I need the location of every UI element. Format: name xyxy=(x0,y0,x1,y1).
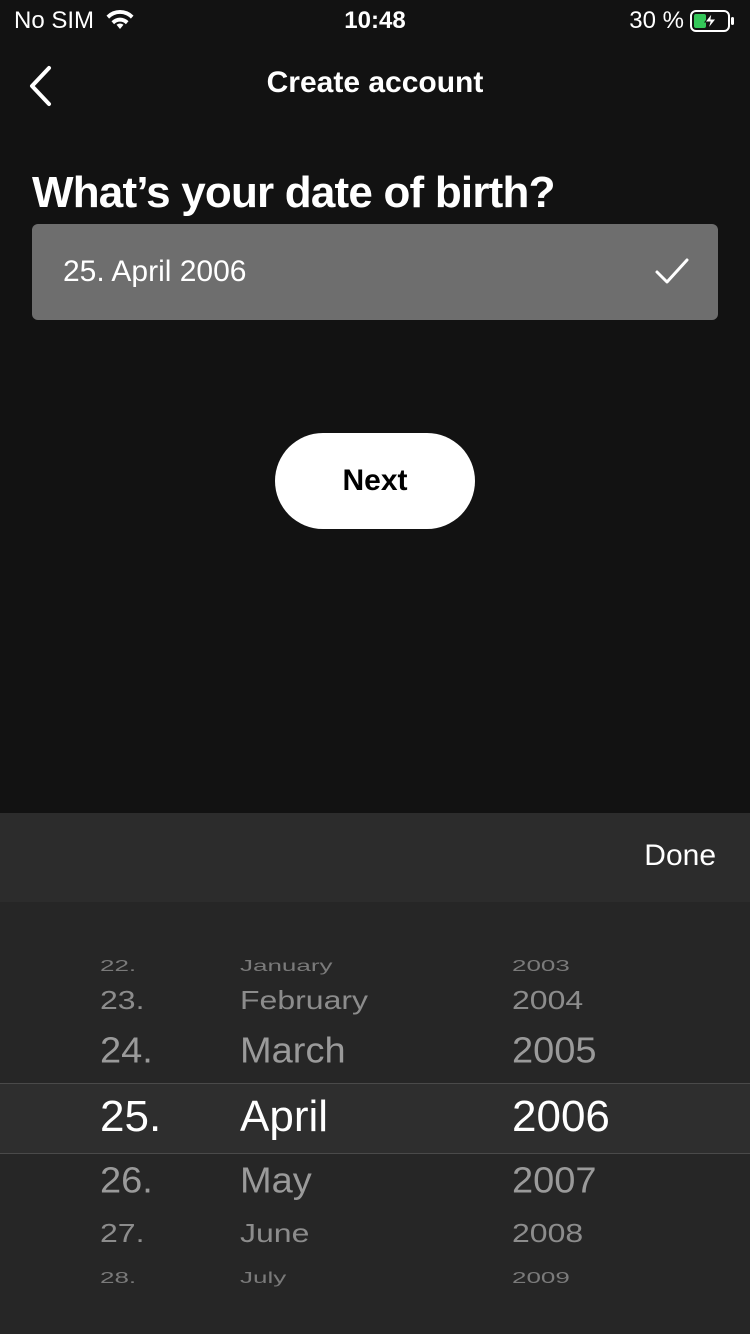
month-wheel[interactable]: January February March April May June Ju… xyxy=(240,902,460,1334)
status-bar: No SIM 10:48 30 % xyxy=(0,0,750,40)
day-option[interactable]: 28. xyxy=(100,1268,136,1287)
date-of-birth-value: 25. April 2006 xyxy=(63,255,247,288)
month-option[interactable]: January xyxy=(240,956,333,975)
day-option[interactable]: 24. xyxy=(100,1031,153,1072)
year-option[interactable]: 2009 xyxy=(512,1268,570,1287)
day-wheel[interactable]: 22. 23. 24. 25. 26. 27. 28. xyxy=(100,902,210,1334)
day-option[interactable]: 22. xyxy=(100,956,136,975)
year-option[interactable]: 2005 xyxy=(512,1031,597,1072)
picker-toolbar: Done xyxy=(0,813,750,902)
day-option[interactable]: 23. xyxy=(100,985,144,1015)
date-of-birth-question: What’s your date of birth? xyxy=(32,168,555,217)
checkmark-icon xyxy=(655,258,689,284)
date-picker[interactable]: 22. 23. 24. 25. 26. 27. 28. January Febr… xyxy=(0,902,750,1334)
year-option-selected[interactable]: 2006 xyxy=(512,1092,610,1142)
page-title: Create account xyxy=(266,66,484,99)
day-option[interactable]: 27. xyxy=(100,1218,144,1248)
status-right: 30 % xyxy=(629,7,736,35)
month-option[interactable]: June xyxy=(240,1218,309,1248)
battery-charging-icon xyxy=(690,10,734,32)
year-option[interactable]: 2004 xyxy=(512,985,583,1015)
year-option[interactable]: 2008 xyxy=(512,1218,583,1248)
day-option[interactable]: 26. xyxy=(100,1161,153,1202)
day-option-selected[interactable]: 25. xyxy=(100,1092,161,1142)
done-button[interactable]: Done xyxy=(644,839,716,873)
month-option[interactable]: May xyxy=(240,1161,312,1202)
month-option[interactable]: July xyxy=(240,1268,286,1287)
year-option[interactable]: 2007 xyxy=(512,1161,597,1202)
battery-percent: 30 % xyxy=(629,7,684,34)
date-of-birth-field[interactable]: 25. April 2006 xyxy=(32,224,718,320)
month-option[interactable]: March xyxy=(240,1031,346,1072)
month-option[interactable]: February xyxy=(240,985,368,1015)
year-option[interactable]: 2003 xyxy=(512,956,570,975)
year-wheel[interactable]: 2003 2004 2005 2006 2007 2008 2009 xyxy=(512,902,652,1334)
month-option-selected[interactable]: April xyxy=(240,1092,328,1142)
next-button[interactable]: Next xyxy=(275,433,475,529)
